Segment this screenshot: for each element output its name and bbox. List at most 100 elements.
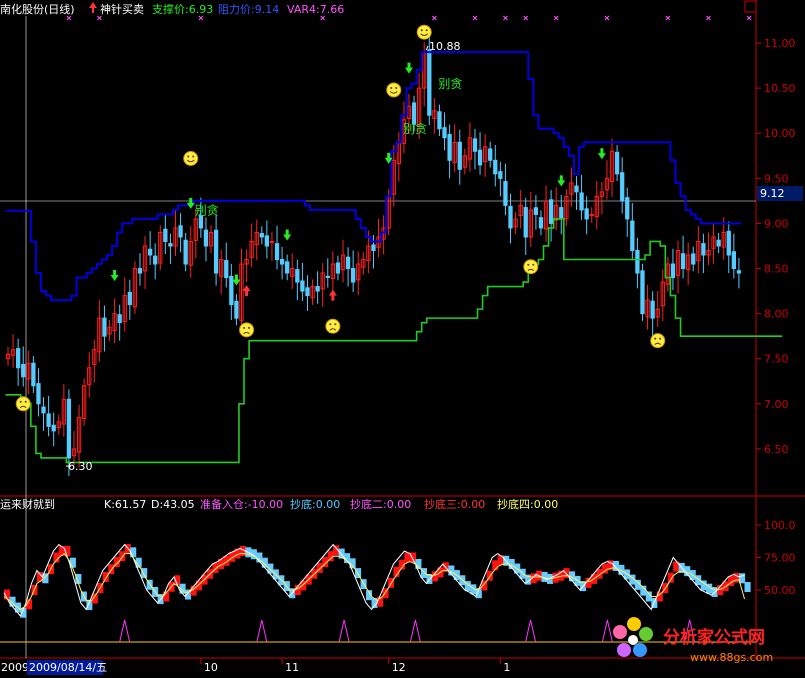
candle-body — [234, 300, 239, 319]
candle-body — [51, 424, 56, 432]
candle-body — [117, 314, 122, 324]
sell-arrow-icon — [557, 175, 566, 187]
candle-body — [559, 207, 564, 220]
osc-cloud-segment — [355, 568, 362, 579]
sad-face-icon — [15, 396, 31, 412]
face-eye — [532, 263, 535, 266]
face-eye — [243, 326, 246, 329]
crosshair-price: 9.12 — [760, 187, 785, 200]
candle-body — [650, 300, 655, 319]
top-x-marker-icon — [472, 15, 478, 21]
face-eye — [390, 86, 393, 89]
face-circle — [386, 82, 402, 98]
sad-face-icon — [325, 318, 341, 334]
candle-body — [279, 259, 285, 265]
watermark-url: www.88gs.com — [690, 651, 773, 664]
face-eye — [654, 337, 657, 340]
candle-body — [305, 287, 310, 297]
candle-body — [198, 215, 204, 229]
candlestick-plot[interactable] — [5, 31, 742, 476]
face-circle — [523, 259, 539, 275]
price-tick-label: 10.00 — [764, 127, 796, 140]
candle-body — [584, 208, 589, 220]
candle-body — [137, 268, 143, 274]
candle-body — [213, 229, 219, 274]
chart-window[interactable]: 别贪 别贪 别贪 11.00 10.50 10.00 9.50 9.00 8.50 8.00 7.… — [0, 0, 805, 678]
price-tick-label: 10.50 — [764, 82, 796, 95]
face-circle — [650, 333, 666, 349]
var4-value: VAR4:7.66 — [287, 3, 344, 16]
candle-body — [620, 172, 625, 202]
time-tick-label: 1 — [503, 661, 510, 674]
candle-body — [325, 275, 330, 279]
buy-arrow-icon — [328, 289, 337, 301]
flower-logo-icon — [613, 617, 653, 657]
window-box-icon[interactable] — [744, 0, 757, 13]
chart-canvas[interactable]: 别贪别贪别贪 11.0010.5010.009.509.008.508.007.… — [0, 0, 805, 678]
candle-body — [229, 275, 234, 306]
candle-body — [670, 263, 676, 279]
candle-body — [716, 239, 721, 247]
candle-body — [168, 243, 173, 247]
candle-body — [295, 269, 300, 283]
price-tick-label: 11.00 — [764, 37, 796, 50]
oscillator-plot[interactable] — [0, 543, 756, 643]
watermark-text: 分析家公式网 — [663, 627, 765, 648]
bottom-spike — [601, 619, 613, 643]
candle-body — [178, 225, 183, 238]
face-circle — [15, 396, 31, 412]
resistance-value: 阻力价:9.14 — [218, 3, 279, 16]
osc-cloud-segment — [409, 552, 416, 563]
face-eye — [248, 326, 251, 329]
face-eye — [527, 263, 530, 266]
osc-cloud-segment — [102, 572, 109, 582]
candle-body — [493, 159, 498, 175]
sad-face-icon — [239, 322, 255, 338]
candle-body — [447, 134, 452, 161]
bottom-spike — [338, 619, 350, 643]
candle-body — [736, 270, 742, 274]
candle-body — [635, 249, 640, 274]
top-x-marker-icon — [746, 15, 752, 21]
smile-face-icon — [386, 82, 402, 98]
sell-arrow-icon — [283, 229, 292, 241]
candle-body — [437, 111, 442, 130]
candle-body — [46, 413, 51, 427]
candle-body — [259, 233, 264, 238]
candle-body — [147, 248, 153, 256]
candle-body — [163, 228, 168, 242]
candle-body — [41, 406, 46, 414]
face-eye — [19, 400, 22, 403]
sell-arrow-icon — [404, 62, 413, 74]
candle-body — [680, 253, 686, 270]
watermark: 分析家公式网 www.88gs.com — [613, 617, 773, 664]
candle-body — [66, 398, 72, 459]
top-x-marker-icon — [503, 15, 508, 21]
candle-body — [183, 239, 188, 265]
high-price-label: 10.88 — [429, 40, 461, 53]
osc-cloud-segment — [141, 568, 148, 579]
d-value: D:43.05 — [151, 498, 195, 511]
price-tick-label: 9.00 — [764, 217, 789, 230]
candle-body — [625, 197, 630, 220]
sad-face-icon — [523, 259, 539, 275]
price-axis: 11.00 10.50 10.00 9.50 9.00 8.50 8.00 7.50 7.00 6… — [756, 37, 796, 597]
candle-body — [21, 363, 26, 378]
sell-warning-text: 别贪 — [403, 121, 427, 136]
osc-tick-label: 100.0 — [764, 519, 796, 532]
candle-body — [640, 270, 645, 315]
face-eye — [192, 155, 195, 158]
bottom2-value: 抄底二:0.00 — [350, 497, 411, 511]
osc-tick-label: 50.00 — [764, 584, 796, 597]
bottom-spike — [256, 619, 268, 643]
sub-indicator-title: 运来财就到 — [0, 497, 55, 511]
candle-body — [427, 49, 432, 116]
top-x-marker-icon — [665, 15, 671, 21]
time-tick-label: 10 — [204, 661, 218, 674]
candle-body — [726, 230, 731, 256]
candle-body — [264, 235, 270, 247]
osc-cloud-segment — [667, 572, 674, 583]
candle-body — [488, 148, 493, 161]
price-tick-label: 9.50 — [764, 172, 789, 185]
candle-body — [335, 262, 341, 274]
